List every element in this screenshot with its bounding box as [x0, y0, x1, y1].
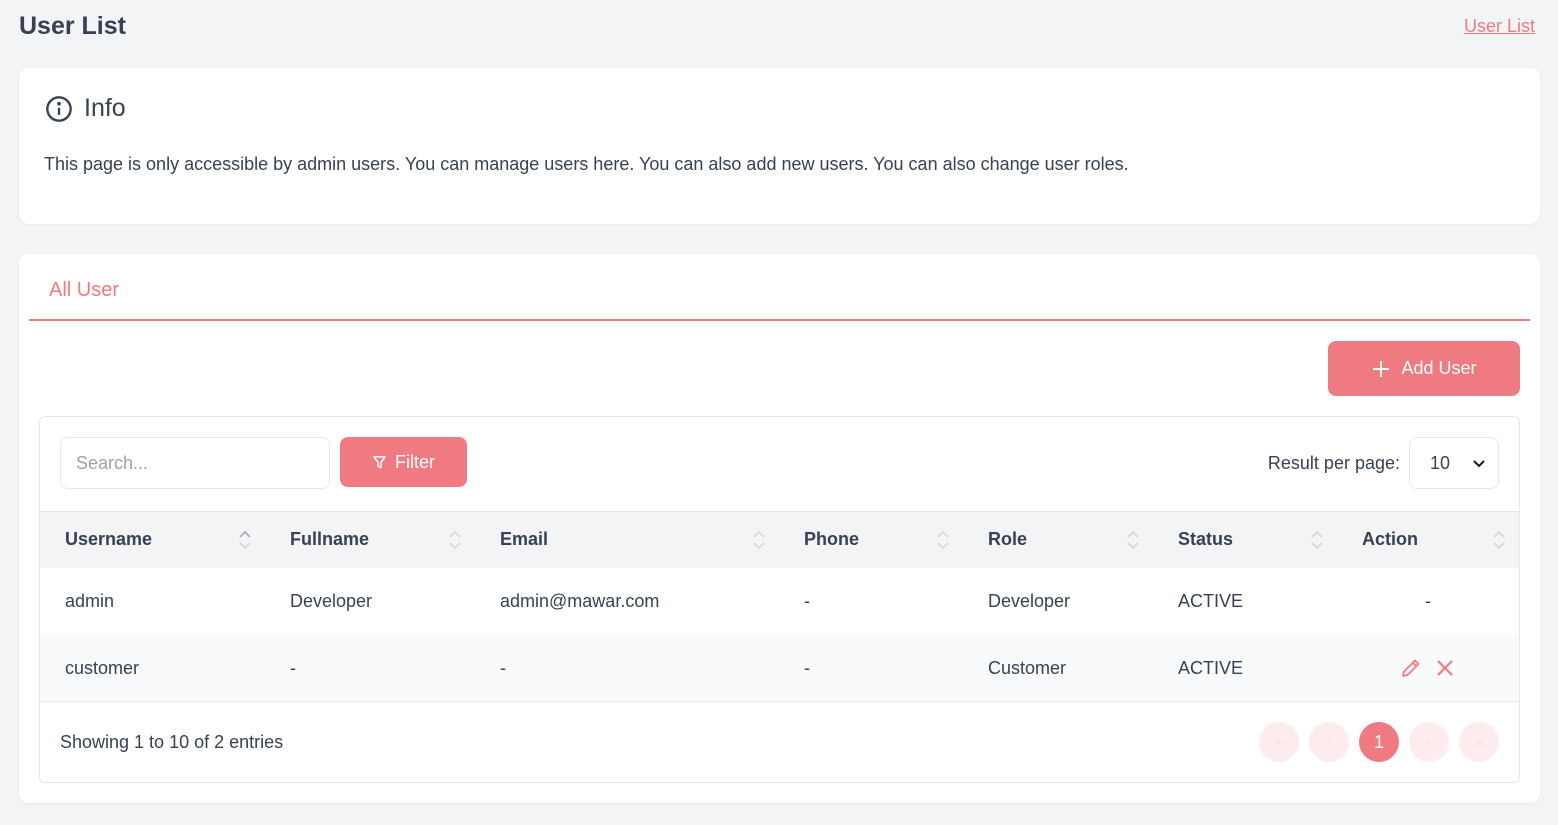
info-header: Info [45, 94, 126, 123]
user-list-page: User List User List Info This page is on… [0, 0, 1558, 825]
info-card: Info This page is only accessible by adm… [19, 68, 1540, 224]
sort-icon [937, 530, 949, 550]
column-label: Fullname [290, 529, 370, 550]
cell-status: ACTIVE [1153, 567, 1337, 635]
table-row: customer - - - Customer ACTIVE [40, 634, 1519, 702]
close-icon[interactable] [1434, 657, 1456, 679]
cell-status: ACTIVE [1153, 634, 1337, 702]
results-per-page-value: 10 [1430, 452, 1451, 473]
info-description: This page is only accessible by admin us… [44, 154, 1129, 174]
pagination: « ‹ 1 › » [1259, 722, 1499, 762]
cell-username: admin [40, 567, 265, 635]
cell-role: Customer [963, 634, 1153, 702]
column-header-phone[interactable]: Phone [779, 511, 963, 568]
column-label: Role [988, 529, 1028, 550]
current-page-button[interactable]: 1 [1359, 722, 1399, 762]
column-label: Username [65, 529, 153, 550]
sort-icon [239, 530, 251, 550]
column-label: Action [1362, 529, 1418, 550]
results-per-page-label: Result per page: [1267, 453, 1400, 473]
cell-email: admin@mawar.com [475, 567, 779, 635]
table-header-row: Username Fullname Email Phone Role Statu… [40, 511, 1519, 568]
sort-icon [449, 530, 461, 550]
sort-icon [1311, 530, 1323, 550]
sort-icon [753, 530, 765, 550]
table-row: admin Developer admin@mawar.com - Develo… [40, 567, 1519, 635]
filter-button[interactable]: Filter [340, 437, 467, 487]
cell-phone: - [779, 634, 963, 702]
cell-action: - [1337, 567, 1519, 635]
info-title: Info [84, 94, 126, 122]
column-label: Phone [804, 529, 860, 550]
column-header-fullname[interactable]: Fullname [265, 511, 475, 568]
entries-summary: Showing 1 to 10 of 2 entries [60, 732, 284, 752]
cell-username: customer [40, 634, 265, 702]
column-header-username[interactable]: Username [40, 511, 265, 568]
column-header-role[interactable]: Role [963, 511, 1153, 568]
row-actions [1347, 657, 1509, 679]
first-page-button[interactable]: « [1259, 722, 1299, 762]
filter-icon [373, 455, 386, 468]
users-card: All User Add User Filter Result per page… [19, 254, 1540, 803]
previous-page-button[interactable]: ‹ [1309, 722, 1349, 762]
cell-role: Developer [963, 567, 1153, 635]
last-page-button[interactable]: » [1459, 722, 1499, 762]
page-header: User List User List [19, 10, 1535, 42]
results-per-page-select[interactable]: 10 [1409, 437, 1499, 489]
filter-label: Filter [395, 451, 435, 472]
sort-icon [1127, 530, 1139, 550]
chevron-down-icon [1473, 460, 1485, 468]
tab-all-user[interactable]: All User [49, 279, 119, 302]
cell-email: - [475, 634, 779, 702]
table-toolbar: Filter Result per page: 10 [40, 417, 1519, 511]
user-table: Username Fullname Email Phone Role Statu… [40, 511, 1519, 702]
user-table-panel: Filter Result per page: 10 Userna [39, 416, 1520, 783]
search-input[interactable] [60, 437, 330, 489]
cell-action [1337, 634, 1519, 702]
pencil-icon[interactable] [1400, 657, 1422, 679]
add-user-label: Add User [1401, 358, 1477, 378]
column-header-action[interactable]: Action [1337, 511, 1519, 568]
sort-icon [1493, 530, 1505, 550]
cell-phone: - [779, 567, 963, 635]
plus-icon [1373, 360, 1390, 377]
breadcrumb-user-list[interactable]: User List [1464, 16, 1535, 37]
add-user-button[interactable]: Add User [1328, 341, 1520, 396]
cell-fullname: Developer [265, 567, 475, 635]
tab-bar: All User [29, 254, 1530, 321]
next-page-button[interactable]: › [1409, 722, 1449, 762]
column-header-status[interactable]: Status [1153, 511, 1337, 568]
cell-fullname: - [265, 634, 475, 702]
column-header-email[interactable]: Email [475, 511, 779, 568]
column-label: Status [1178, 529, 1234, 550]
column-label: Email [500, 529, 549, 550]
info-circle-icon [45, 95, 73, 123]
page-title: User List [19, 11, 126, 40]
table-footer-divider [40, 701, 1519, 702]
